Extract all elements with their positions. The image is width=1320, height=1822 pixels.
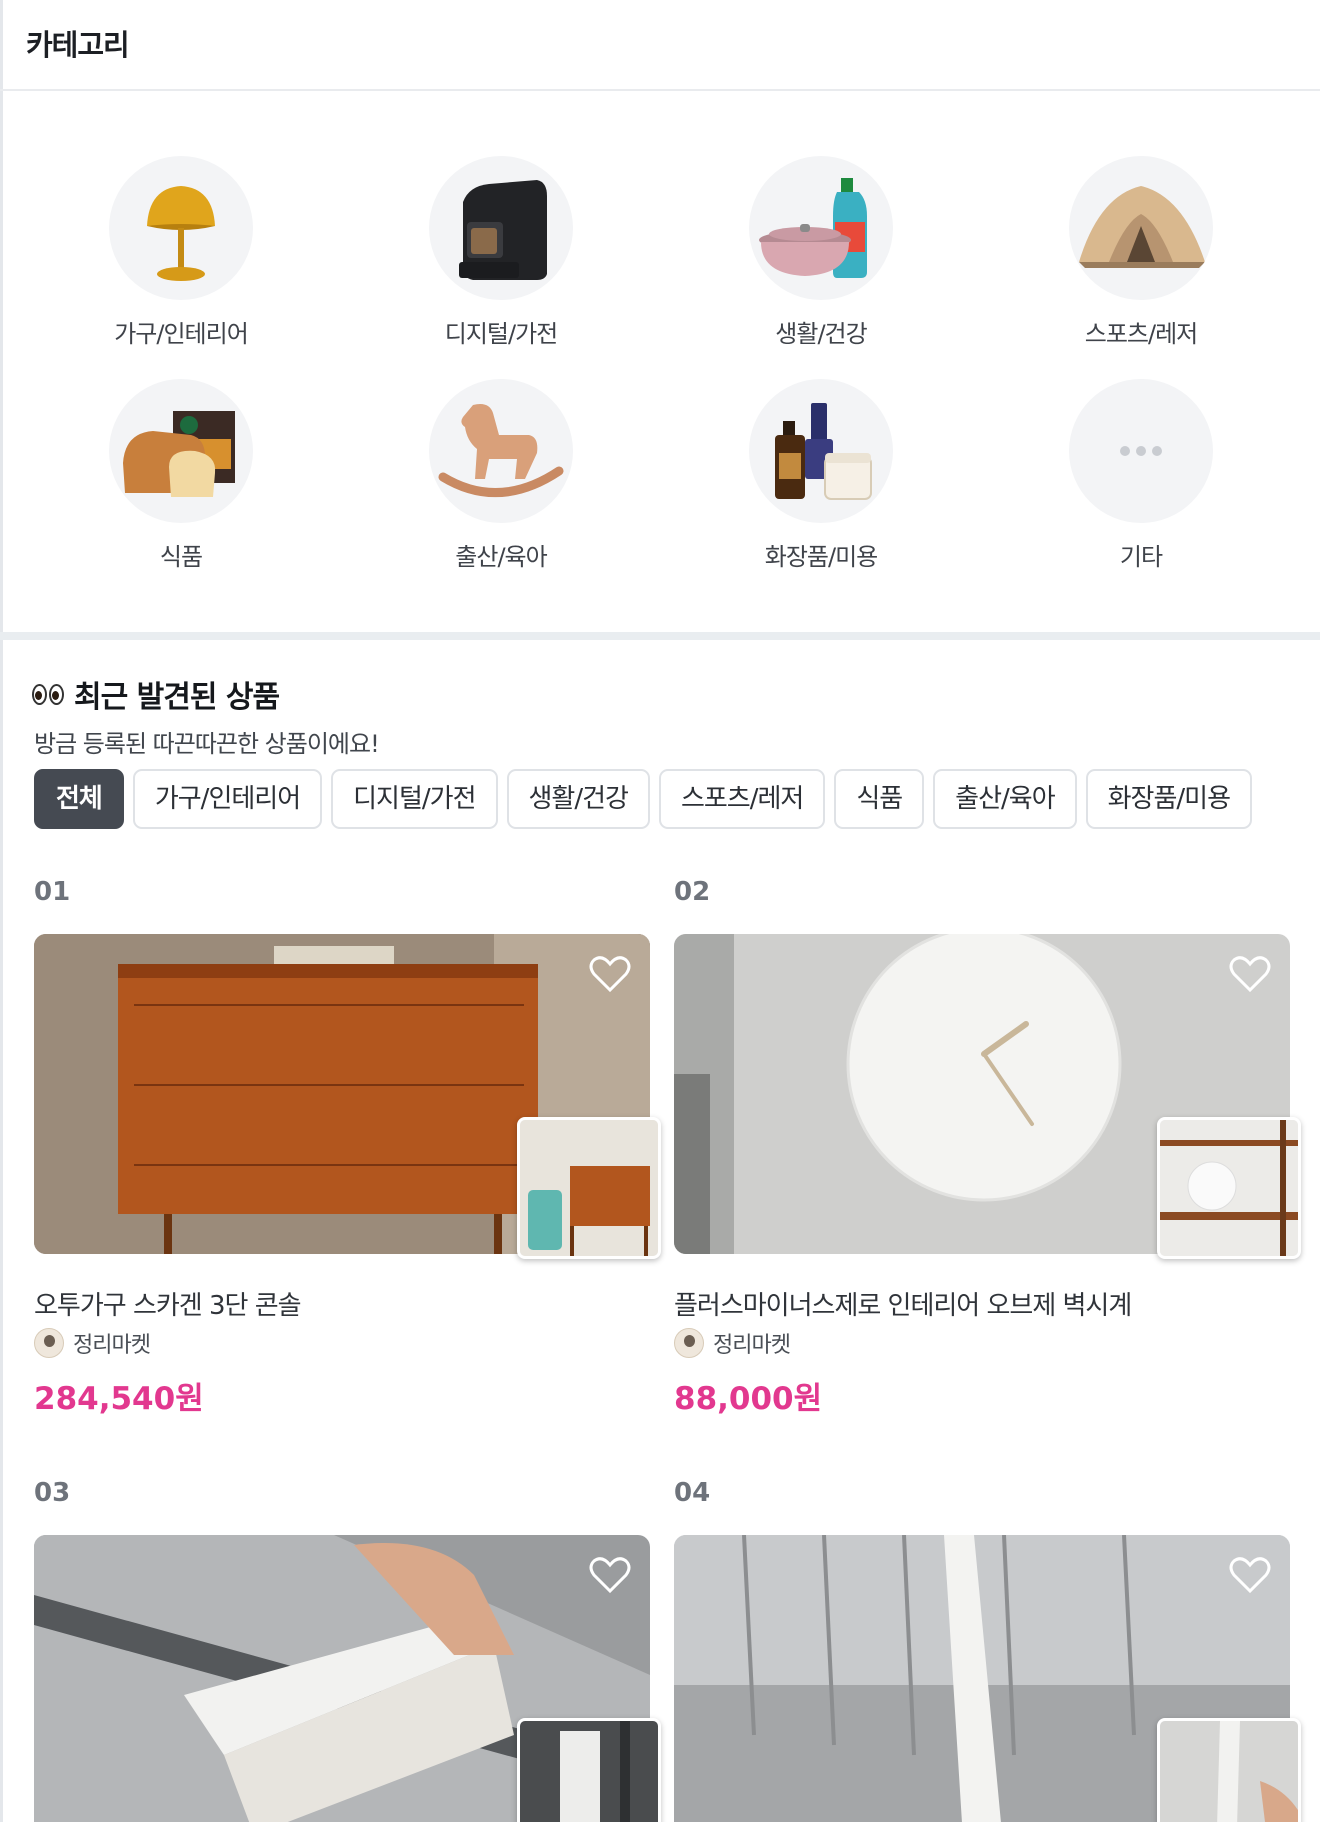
pot-detergent-icon [749, 156, 893, 300]
heart-icon[interactable] [588, 954, 632, 994]
cosmetics-icon [749, 379, 893, 523]
heart-icon[interactable] [1228, 1555, 1272, 1595]
product-preview-image [1157, 1718, 1301, 1822]
category-label: 화장품/미용 [764, 543, 879, 571]
category-beauty[interactable]: 화장품/미용 [701, 379, 941, 572]
page-title: 카테고리 [26, 28, 130, 62]
chip-sports[interactable]: 스포츠/레저 [658, 769, 826, 829]
category-label: 스포츠/레저 [1084, 320, 1199, 348]
seller-name: 정리마켓 [713, 1333, 791, 1358]
section-divider [0, 632, 1320, 640]
chip-living[interactable]: 생활/건강 [506, 769, 650, 829]
chip-baby[interactable]: 출산/육아 [933, 769, 1077, 829]
recent-section-title: 최근 발견된 상품 [32, 672, 280, 716]
seller: 정리마켓 [34, 1327, 151, 1359]
category-filter-chips: 전체 가구/인테리어 디지털/가전 생활/건강 스포츠/레저 식품 출산/육아 화장품/미용 [34, 769, 1320, 831]
category-label: 생활/건강 [775, 320, 867, 348]
chip-food[interactable]: 식품 [834, 769, 925, 829]
category-living[interactable]: 생활/건강 [701, 156, 941, 349]
product-preview-image [517, 1117, 661, 1259]
seller: 정리마켓 [674, 1327, 791, 1359]
product-title[interactable]: 오투가구 스카겐 3단 콘솔 [34, 1285, 302, 1322]
category-furniture[interactable]: 가구/인테리어 [61, 156, 301, 349]
category-label: 가구/인테리어 [114, 320, 249, 348]
category-label: 식품 [159, 543, 203, 571]
heart-icon[interactable] [588, 1555, 632, 1595]
product-preview-image [1157, 1117, 1301, 1259]
page-header: 카테고리 [0, 0, 1320, 91]
seller-avatar [674, 1328, 704, 1358]
category-etc[interactable]: 기타 [1021, 379, 1261, 572]
seller-name: 정리마켓 [73, 1333, 151, 1358]
coffee-machine-icon [429, 156, 573, 300]
category-baby[interactable]: 출산/육아 [381, 379, 621, 572]
product-price: 88,000원 [674, 1381, 823, 1417]
product-preview-image [517, 1718, 661, 1822]
bread-coffee-icon [109, 379, 253, 523]
recent-title-text: 최근 발견된 상품 [74, 680, 280, 715]
seller-avatar [34, 1328, 64, 1358]
eyes-icon [32, 683, 64, 705]
recent-subtitle: 방금 등록된 따끈따끈한 상품이에요! [34, 730, 380, 758]
chip-all[interactable]: 전체 [34, 769, 124, 829]
category-food[interactable]: 식품 [61, 379, 301, 572]
product-title[interactable]: 플러스마이너스제로 인테리어 오브제 벽시계 [674, 1285, 1132, 1322]
category-sports[interactable]: 스포츠/레저 [1021, 156, 1261, 349]
category-label: 기타 [1119, 543, 1163, 571]
category-label: 디지털/가전 [444, 320, 559, 348]
product-rank: 03 [34, 1478, 71, 1508]
category-digital[interactable]: 디지털/가전 [381, 156, 621, 349]
heart-icon[interactable] [1228, 954, 1272, 994]
chip-beauty[interactable]: 화장품/미용 [1085, 769, 1252, 829]
lamp-icon [109, 156, 253, 300]
product-rank: 02 [674, 877, 711, 907]
chip-digital[interactable]: 디지털/가전 [331, 769, 498, 829]
rocking-horse-icon [429, 379, 573, 523]
product-rank: 01 [34, 877, 71, 907]
more-icon [1069, 379, 1213, 523]
category-label: 출산/육아 [455, 543, 547, 571]
chip-furniture[interactable]: 가구/인테리어 [132, 769, 323, 829]
product-price: 284,540원 [34, 1381, 204, 1417]
tent-icon [1069, 156, 1213, 300]
product-rank: 04 [674, 1478, 711, 1508]
